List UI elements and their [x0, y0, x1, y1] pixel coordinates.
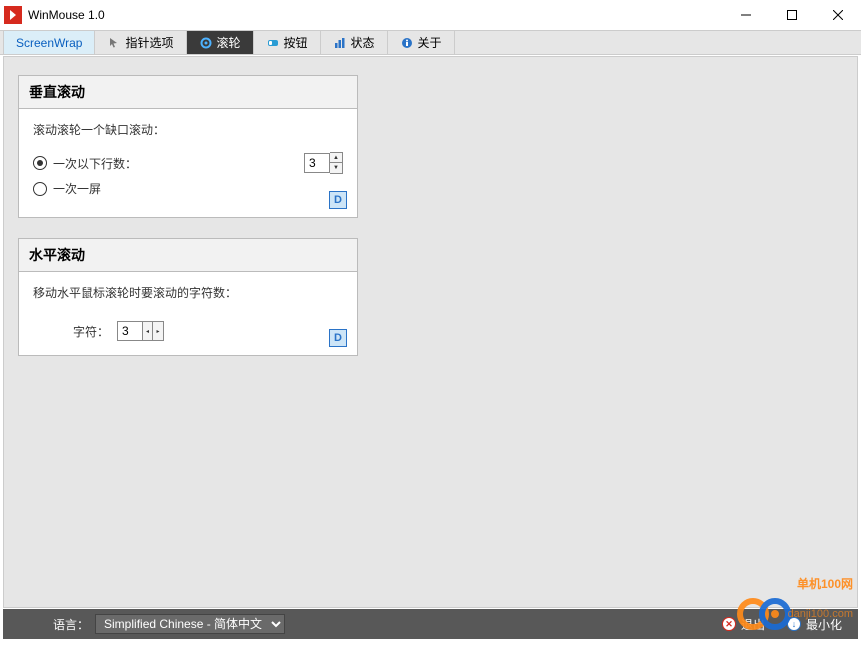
lines-input[interactable]: [304, 153, 330, 173]
spin-down-button[interactable]: ▼: [330, 163, 342, 173]
button-icon: [266, 36, 280, 50]
radio-icon: [33, 156, 47, 170]
spin-up-button[interactable]: ▲: [330, 153, 342, 163]
tab-wheel[interactable]: 滚轮: [187, 31, 254, 54]
horizontal-desc: 移动水平鼠标滚轮时要滚动的字符数：: [33, 284, 343, 301]
window-title: WinMouse 1.0: [28, 8, 105, 22]
default-button[interactable]: D: [329, 329, 347, 347]
button-label: 最小化: [806, 616, 842, 633]
close-window-button[interactable]: [815, 0, 861, 30]
group-title: 垂直滚动: [19, 76, 357, 109]
radio-screen[interactable]: 一次一屏: [33, 180, 343, 197]
tab-buttons[interactable]: 按钮: [254, 31, 321, 54]
spin-left-button[interactable]: ◂: [143, 322, 153, 340]
content-area: 垂直滚动 滚动滚轮一个缺口滚动： 一次以下行数： ▲ ▼ 一次一屏 D: [3, 56, 858, 608]
status-icon: [333, 36, 347, 50]
spin-right-button[interactable]: ▸: [153, 322, 163, 340]
horizontal-scroll-group: 水平滚动 移动水平鼠标滚轮时要滚动的字符数： 字符： ◂ ▸ D: [18, 238, 358, 356]
tab-pointer-options[interactable]: 指针选项: [95, 31, 186, 54]
vertical-scroll-group: 垂直滚动 滚动滚轮一个缺口滚动： 一次以下行数： ▲ ▼ 一次一屏 D: [18, 75, 358, 218]
tab-label: 按钮: [284, 34, 308, 51]
default-button[interactable]: D: [329, 191, 347, 209]
radio-label: 一次以下行数：: [53, 155, 304, 172]
titlebar: WinMouse 1.0: [0, 0, 861, 30]
radio-lines[interactable]: 一次以下行数： ▲ ▼: [33, 152, 343, 174]
tab-status[interactable]: 状态: [321, 31, 388, 54]
wheel-icon: [199, 36, 213, 50]
radio-label: 一次一屏: [53, 180, 343, 197]
language-select[interactable]: Simplified Chinese - 简体中文: [95, 614, 285, 634]
tab-label: ScreenWrap: [16, 36, 82, 50]
minimize-window-button[interactable]: [723, 0, 769, 30]
lines-spinner[interactable]: ▲ ▼: [304, 152, 343, 174]
down-arrow-icon: ↓: [787, 617, 801, 631]
info-icon: [400, 36, 414, 50]
tab-label: 滚轮: [217, 34, 241, 51]
tab-label: 指针选项: [125, 34, 173, 51]
vertical-desc: 滚动滚轮一个缺口滚动：: [33, 121, 343, 138]
chars-input[interactable]: [117, 321, 143, 341]
tab-about[interactable]: 关于: [388, 31, 455, 54]
close-icon: ✕: [722, 617, 736, 631]
cursor-icon: [107, 36, 121, 50]
maximize-window-button[interactable]: [769, 0, 815, 30]
button-label: 退出: [741, 616, 765, 633]
tab-label: 关于: [418, 34, 442, 51]
tab-screenwrap[interactable]: ScreenWrap: [3, 31, 95, 54]
tab-strip: ScreenWrap 指针选项 滚轮 按钮 状态 关于: [0, 30, 861, 55]
app-icon: [4, 6, 22, 24]
group-title: 水平滚动: [19, 239, 357, 272]
language-label: 语言：: [53, 616, 89, 633]
minimize-button[interactable]: ↓ 最小化: [781, 616, 848, 633]
exit-button[interactable]: ✕ 退出: [716, 616, 771, 633]
chars-label: 字符：: [73, 323, 109, 340]
tab-label: 状态: [351, 34, 375, 51]
bottom-bar: 语言： Simplified Chinese - 简体中文 ✕ 退出 ↓ 最小化: [3, 609, 858, 639]
radio-icon: [33, 182, 47, 196]
chars-spinner[interactable]: ◂ ▸: [117, 321, 164, 341]
